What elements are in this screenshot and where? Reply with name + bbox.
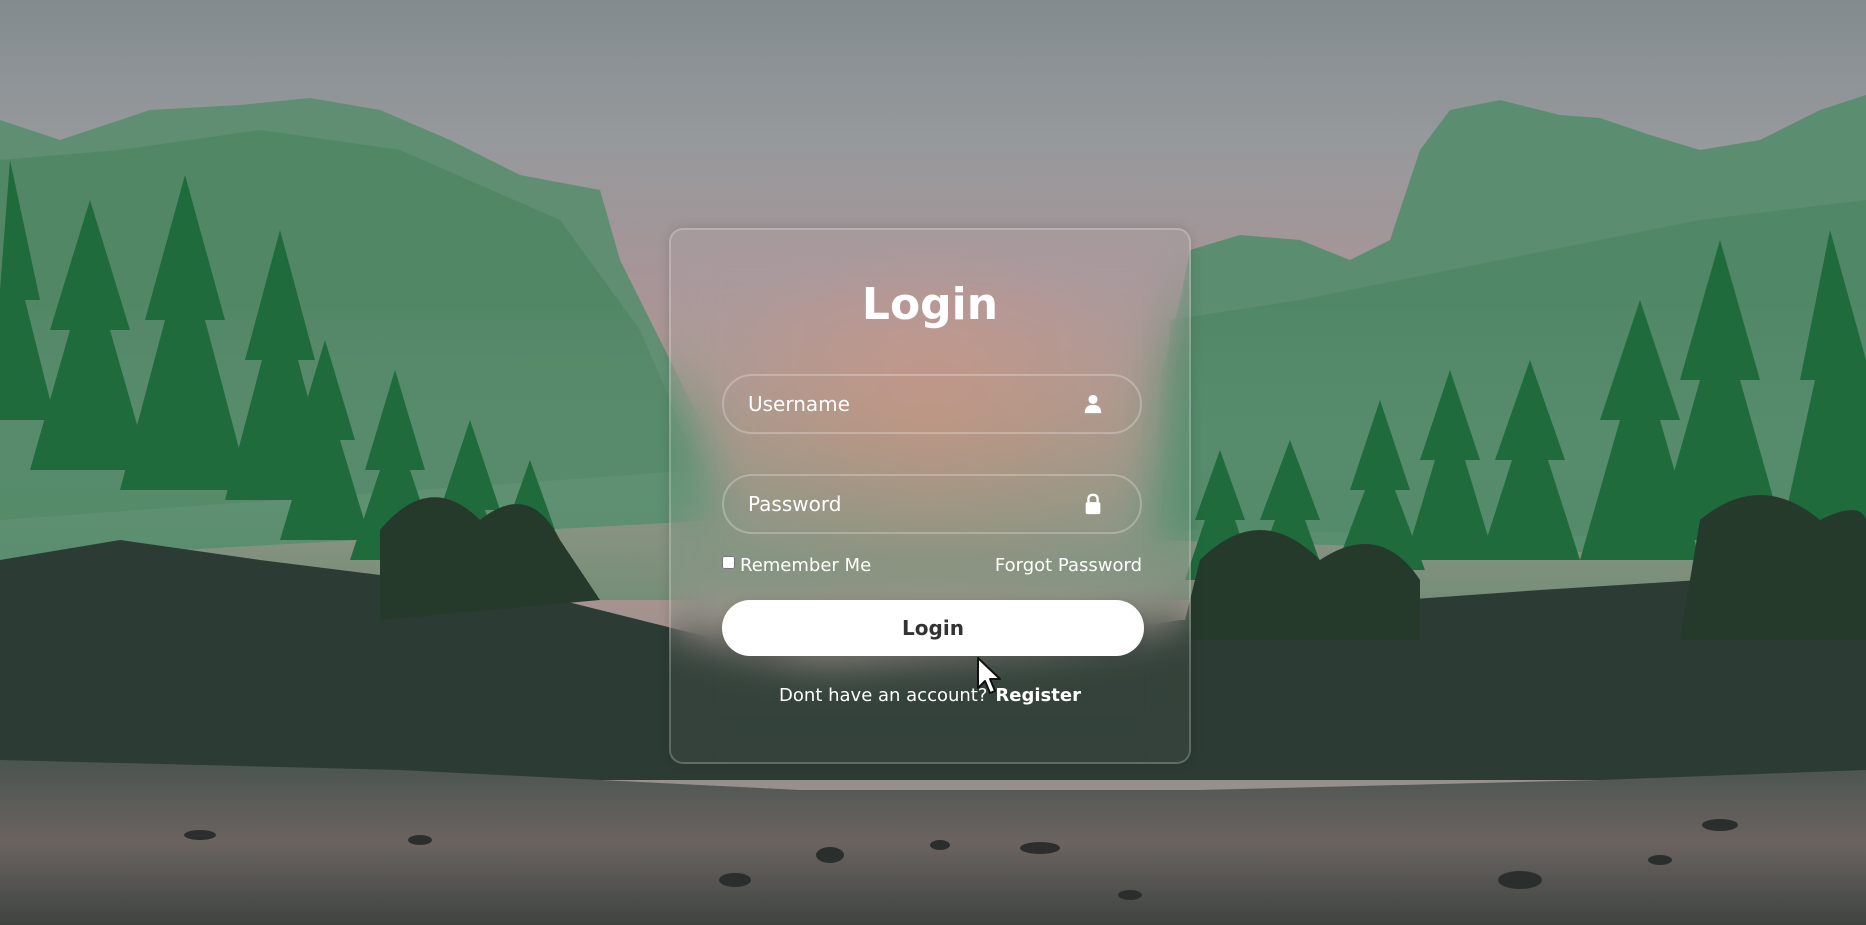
remember-me-checkbox[interactable] — [722, 556, 735, 569]
remember-forgot-row: Remember Me Forgot Password — [722, 555, 1142, 579]
username-field-wrapper — [722, 374, 1142, 434]
password-field-wrapper — [722, 474, 1142, 534]
register-prompt: Dont have an account? — [779, 685, 988, 706]
remember-me-text: Remember Me — [740, 555, 872, 576]
forgot-password-link[interactable]: Forgot Password — [995, 555, 1142, 576]
register-row: Dont have an account? Register — [671, 685, 1189, 706]
password-input[interactable] — [724, 476, 1140, 532]
lock-icon — [1085, 493, 1101, 515]
login-page: Login Remember Me Forgot Password Login — [0, 0, 1866, 925]
remember-me-label[interactable]: Remember Me — [722, 555, 871, 576]
login-button[interactable]: Login — [722, 600, 1144, 656]
login-card: Login Remember Me Forgot Password Login — [669, 228, 1191, 764]
register-link[interactable]: Register — [995, 685, 1081, 706]
user-icon — [1084, 394, 1102, 414]
username-input[interactable] — [724, 376, 1140, 432]
login-title: Login — [861, 279, 999, 330]
